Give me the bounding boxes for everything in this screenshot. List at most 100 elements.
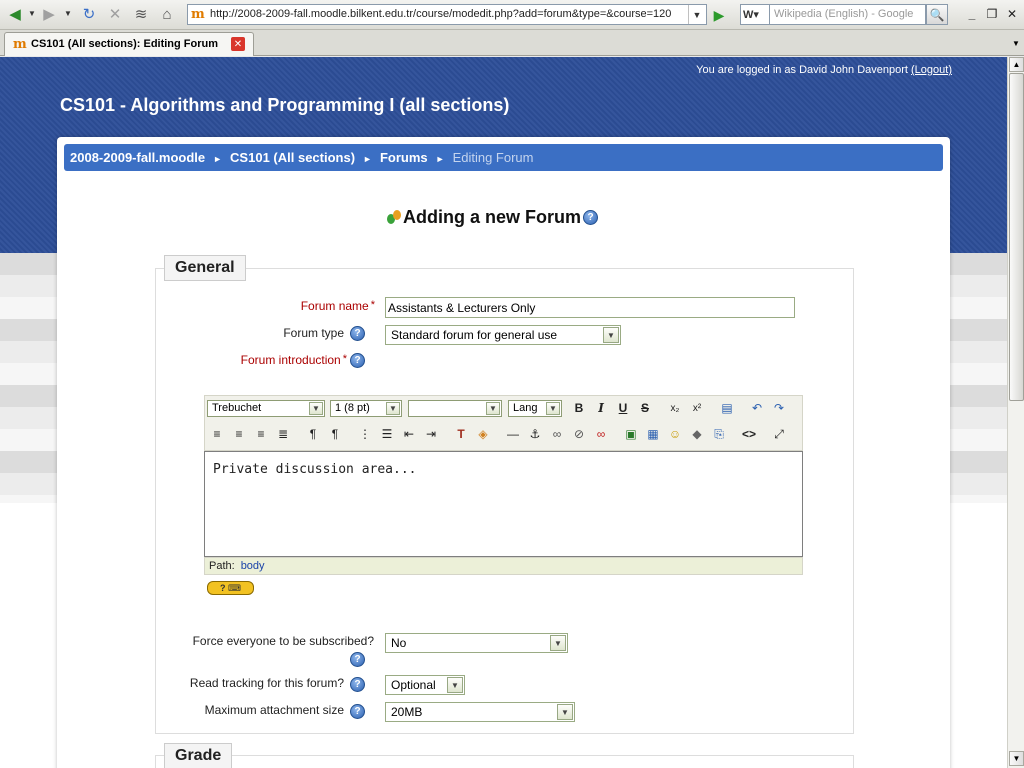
special-char-icon[interactable]: ◆ <box>688 425 706 443</box>
language-select[interactable]: Lang ▼ <box>508 400 562 417</box>
forum-type-select[interactable]: Standard forum for general use ▼ <box>385 325 621 345</box>
editor-content-area[interactable]: Private discussion area... <box>204 451 803 557</box>
scrollbar-thumb[interactable] <box>1009 73 1024 401</box>
search-input[interactable]: Wikipedia (English) - Google <box>770 4 926 25</box>
rtl-direction-icon[interactable]: ¶ <box>326 425 344 443</box>
align-right-icon[interactable]: ≡ <box>252 425 270 443</box>
heading-select[interactable]: ▼ <box>408 400 502 417</box>
bookmarks-icon[interactable]: ≋ <box>130 4 152 24</box>
vertical-scrollbar[interactable]: ▲ ▼ <box>1007 57 1024 768</box>
read-tracking-select[interactable]: Optional ▼ <box>385 675 465 695</box>
forum-type-help-icon[interactable]: ? <box>350 326 365 341</box>
required-mark: * <box>370 299 375 311</box>
smiley-icon[interactable]: ☺ <box>666 425 684 443</box>
page: You are logged in as David John Davenpor… <box>0 57 1007 768</box>
search-engine-selector[interactable]: W▾ <box>740 4 770 25</box>
indent-icon[interactable]: ⇥ <box>422 425 440 443</box>
breadcrumb-item-course[interactable]: CS101 (All sections) <box>230 150 355 165</box>
chevron-down-icon: ▼ <box>550 635 566 651</box>
minimize-icon[interactable]: _ <box>964 6 980 22</box>
align-center-icon[interactable]: ≡ <box>230 425 248 443</box>
help-icon[interactable]: ? <box>583 210 598 225</box>
bold-icon[interactable]: B <box>570 399 588 417</box>
grade-fieldset <box>155 755 854 768</box>
superscript-icon[interactable]: x² <box>688 399 706 417</box>
insert-image-icon[interactable]: ▣ <box>622 425 640 443</box>
restore-icon[interactable]: ❐ <box>984 6 1000 22</box>
keyboard-help-icon[interactable]: ? ⌨ <box>207 581 254 595</box>
html-source-icon[interactable]: <> <box>740 425 758 443</box>
force-subscribe-help-icon[interactable]: ? <box>350 652 365 667</box>
url-history-dropdown-icon[interactable]: ▼ <box>688 5 705 24</box>
tab-editing-forum[interactable]: m CS101 (All sections): Editing Forum ✕ <box>4 32 254 56</box>
read-tracking-help-icon[interactable]: ? <box>350 677 365 692</box>
background-color-icon[interactable]: ◈ <box>474 425 492 443</box>
max-attachment-label: Maximum attachment size <box>204 703 344 717</box>
insert-link-icon[interactable]: ∞ <box>548 425 566 443</box>
forward-history-dropdown-icon[interactable]: ▼ <box>64 9 72 18</box>
required-mark: * <box>342 353 347 365</box>
outdent-icon[interactable]: ⇤ <box>400 425 418 443</box>
chevron-down-icon: ▼ <box>447 677 463 693</box>
anchor-icon[interactable]: ⚓ <box>526 425 544 443</box>
stop-icon[interactable]: ✕ <box>104 4 126 24</box>
font-size-select[interactable]: 1 (8 pt) ▼ <box>330 400 402 417</box>
reload-icon[interactable]: ↻ <box>78 4 100 24</box>
paste-from-word-icon[interactable]: ▤ <box>718 399 736 417</box>
breadcrumb-current: Editing Forum <box>452 150 534 165</box>
force-subscribe-select[interactable]: No ▼ <box>385 633 568 653</box>
site-favicon-icon: m <box>191 7 205 22</box>
logout-link[interactable]: (Logout) <box>911 64 952 76</box>
editor-toolbar: Trebuchet ▼ 1 (8 pt) ▼ ▼ Lang ▼ B I U S x₂ … <box>204 395 803 451</box>
scroll-down-icon[interactable]: ▼ <box>1009 751 1024 766</box>
align-left-icon[interactable]: ≡ <box>208 425 226 443</box>
forum-introduction-label: Forum introduction * <box>240 353 347 367</box>
forum-name-field[interactable]: Assistants & Lecturers Only <box>385 297 795 318</box>
ordered-list-icon[interactable]: ⋮ <box>356 425 374 443</box>
chevron-down-icon: ▼ <box>486 402 500 415</box>
fullscreen-icon[interactable]: ⤢ <box>770 425 788 443</box>
undo-icon[interactable]: ↶ <box>748 399 766 417</box>
nolink-icon[interactable]: ∞ <box>592 425 610 443</box>
close-window-icon[interactable]: ✕ <box>1004 6 1020 22</box>
unordered-list-icon[interactable]: ☰ <box>378 425 396 443</box>
go-arrow-icon[interactable]: ▶ <box>709 5 729 25</box>
address-bar[interactable]: m http://2008-2009-fall.moodle.bilkent.e… <box>187 4 707 25</box>
search-icon[interactable]: 🔍 <box>926 4 948 25</box>
general-legend[interactable]: General <box>164 255 246 281</box>
page-title: Adding a new Forum ? <box>386 207 598 228</box>
max-attachment-help-icon[interactable]: ? <box>350 704 365 719</box>
redo-icon[interactable]: ↷ <box>770 399 788 417</box>
strikethrough-icon[interactable]: S <box>636 399 654 417</box>
back-arrow-icon[interactable]: ◀ <box>4 4 26 24</box>
horizontal-rule-icon[interactable]: — <box>504 425 522 443</box>
italic-icon[interactable]: I <box>592 399 610 417</box>
tab-list-dropdown-icon[interactable]: ▼ <box>1012 39 1020 48</box>
max-attachment-select[interactable]: 20MB ▼ <box>385 702 575 722</box>
breadcrumb-item-forums[interactable]: Forums <box>380 150 428 165</box>
browser-toolbar: ◀ ▼ ▶ ▼ ↻ ✕ ≋ ⌂ m http://2008-2009-fall.… <box>0 0 1024 30</box>
breadcrumb-item-site[interactable]: 2008-2009-fall.moodle <box>70 150 205 165</box>
breadcrumb: 2008-2009-fall.moodle ► CS101 (All section… <box>64 144 943 171</box>
subscript-icon[interactable]: x₂ <box>666 399 684 417</box>
url-text: http://2008-2009-fall.moodle.bilkent.edu… <box>210 8 672 20</box>
underline-icon[interactable]: U <box>614 399 632 417</box>
path-body-link[interactable]: body <box>241 560 265 572</box>
tab-close-icon[interactable]: ✕ <box>231 37 245 51</box>
unlink-icon[interactable]: ⊘ <box>570 425 588 443</box>
insert-table-icon[interactable]: ▦ <box>644 425 662 443</box>
grade-legend[interactable]: Grade <box>164 743 233 768</box>
scroll-up-icon[interactable]: ▲ <box>1009 57 1024 72</box>
breadcrumb-separator-icon: ► <box>213 154 223 164</box>
font-family-select[interactable]: Trebuchet ▼ <box>207 400 325 417</box>
breadcrumb-separator-icon: ► <box>363 154 372 164</box>
back-history-dropdown-icon[interactable]: ▼ <box>28 9 36 18</box>
text-color-icon[interactable]: T <box>452 425 470 443</box>
forward-arrow-icon[interactable]: ▶ <box>38 4 60 24</box>
forum-introduction-help-icon[interactable]: ? <box>350 353 365 368</box>
read-tracking-label: Read tracking for this forum? <box>189 676 344 690</box>
search-replace-icon[interactable]: ⎘ <box>710 425 728 443</box>
justify-icon[interactable]: ≣ <box>274 425 292 443</box>
home-icon[interactable]: ⌂ <box>156 4 178 24</box>
ltr-direction-icon[interactable]: ¶ <box>304 425 322 443</box>
